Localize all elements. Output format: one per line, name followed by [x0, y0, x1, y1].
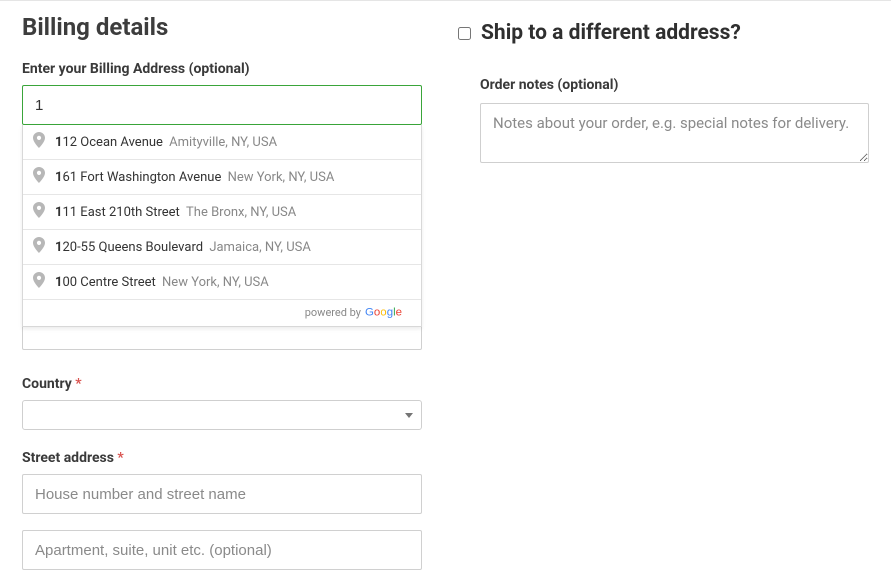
autocomplete-item[interactable]: 100 Centre Street New York, NY, USA [23, 265, 421, 300]
autocomplete-item[interactable]: 161 Fort Washington Avenue New York, NY,… [23, 160, 421, 195]
map-pin-icon [33, 237, 45, 257]
autocomplete-footer: powered by Google [23, 300, 421, 326]
svg-text:Google: Google [365, 307, 402, 319]
order-notes-textarea[interactable] [480, 103, 869, 163]
map-pin-icon [33, 132, 45, 152]
google-logo-icon: Google [365, 304, 413, 320]
street-address-input[interactable] [22, 474, 422, 514]
required-asterisk: * [117, 450, 123, 466]
country-label: Country * [22, 376, 422, 392]
required-asterisk: * [75, 376, 81, 392]
suggestion-main: 11 East 210th Street [62, 205, 179, 220]
suggestion-secondary: The Bronx, NY, USA [186, 205, 296, 220]
ship-different-checkbox[interactable] [458, 27, 471, 40]
country-select[interactable] [22, 400, 422, 430]
autocomplete-item[interactable]: 112 Ocean Avenue Amityville, NY, USA [23, 125, 421, 160]
suggestion-main: 12 Ocean Avenue [62, 135, 162, 150]
suggestion-main: 20-55 Queens Boulevard [62, 240, 203, 255]
map-pin-icon [33, 202, 45, 222]
billing-address-input[interactable] [22, 85, 422, 125]
suggestion-secondary: New York, NY, USA [162, 275, 269, 290]
chevron-down-icon [405, 413, 413, 418]
ship-different-label[interactable]: Ship to a different address? [481, 21, 741, 45]
suggestion-secondary: Jamaica, NY, USA [209, 240, 311, 255]
billing-address-label: Enter your Billing Address (optional) [22, 61, 422, 77]
order-notes-label: Order notes (optional) [480, 77, 869, 93]
autocomplete-item[interactable]: 120-55 Queens Boulevard Jamaica, NY, USA [23, 230, 421, 265]
autocomplete-item[interactable]: 111 East 210th Street The Bronx, NY, USA [23, 195, 421, 230]
suggestion-secondary: New York, NY, USA [228, 170, 335, 185]
suggestion-secondary: Amityville, NY, USA [169, 135, 277, 150]
map-pin-icon [33, 272, 45, 292]
suggestion-main: 61 Fort Washington Avenue [62, 170, 221, 185]
address-autocomplete-dropdown: 112 Ocean Avenue Amityville, NY, USA 161… [22, 125, 422, 327]
street-address-label: Street address * [22, 450, 422, 466]
suggestion-main: 00 Centre Street [62, 275, 155, 290]
map-pin-icon [33, 167, 45, 187]
street-address-2-input[interactable] [22, 530, 422, 570]
billing-details-title: Billing details [22, 13, 422, 41]
powered-by-text: powered by [305, 306, 361, 319]
